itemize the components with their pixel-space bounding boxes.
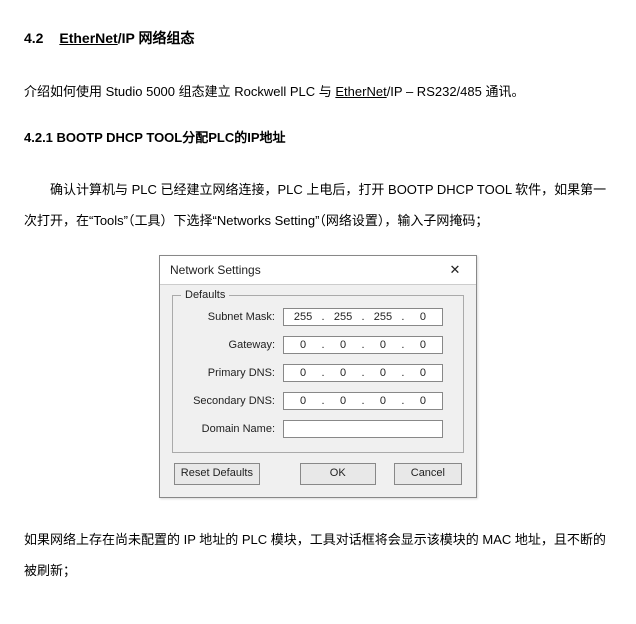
subnet-label: Subnet Mask:: [183, 311, 275, 323]
pdns-octet-1[interactable]: 0: [326, 367, 360, 379]
subsection-title-text: BOOTP DHCP TOOL分配PLC的IP地址: [57, 130, 286, 145]
network-settings-dialog: Network Settings ✕ Defaults Subnet Mask:…: [159, 255, 477, 498]
intro-text-b: /IP – RS232/485 通讯。: [387, 84, 525, 99]
domain-label: Domain Name:: [183, 423, 275, 435]
gateway-row: Gateway: 0. 0. 0. 0: [183, 336, 453, 354]
gateway-octet-2[interactable]: 0: [366, 339, 400, 351]
defaults-fieldset: Defaults Subnet Mask: 255. 255. 255. 0 G…: [172, 295, 464, 453]
gateway-octet-0[interactable]: 0: [286, 339, 320, 351]
secondary-dns-input[interactable]: 0. 0. 0. 0: [283, 392, 443, 410]
reset-defaults-button[interactable]: Reset Defaults: [174, 463, 260, 485]
sdns-octet-3[interactable]: 0: [406, 395, 440, 407]
fieldset-legend: Defaults: [181, 289, 229, 301]
subnet-row: Subnet Mask: 255. 255. 255. 0: [183, 308, 453, 326]
gateway-octet-1[interactable]: 0: [326, 339, 360, 351]
pdns-octet-2[interactable]: 0: [366, 367, 400, 379]
subsection-number: 4.2.1: [24, 130, 53, 145]
paragraph-1: 确认计算机与 PLC 已经建立网络连接，PLC 上电后，打开 BOOTP DHC…: [24, 174, 612, 236]
dialog-button-row: Reset Defaults OK Cancel: [172, 463, 464, 485]
section-title-underline: EtherNet: [59, 30, 117, 46]
primary-dns-input[interactable]: 0. 0. 0. 0: [283, 364, 443, 382]
primary-dns-row: Primary DNS: 0. 0. 0. 0: [183, 364, 453, 382]
ethernet-link: EtherNet: [335, 84, 386, 99]
close-icon[interactable]: ✕: [442, 262, 468, 278]
gateway-input[interactable]: 0. 0. 0. 0: [283, 336, 443, 354]
sdns-octet-1[interactable]: 0: [326, 395, 360, 407]
sdns-octet-0[interactable]: 0: [286, 395, 320, 407]
section-number: 4.2: [24, 30, 43, 46]
dialog-body: Defaults Subnet Mask: 255. 255. 255. 0 G…: [160, 285, 476, 497]
sdns-octet-2[interactable]: 0: [366, 395, 400, 407]
secondary-dns-row: Secondary DNS: 0. 0. 0. 0: [183, 392, 453, 410]
primary-dns-label: Primary DNS:: [183, 367, 275, 379]
gateway-octet-3[interactable]: 0: [406, 339, 440, 351]
subnet-octet-1[interactable]: 255: [326, 311, 360, 323]
intro-paragraph: 介绍如何使用 Studio 5000 组态建立 Rockwell PLC 与 E…: [24, 76, 612, 107]
subnet-octet-0[interactable]: 255: [286, 311, 320, 323]
dialog-title-text: Network Settings: [170, 263, 261, 277]
intro-text-a: 介绍如何使用 Studio 5000 组态建立 Rockwell PLC 与: [24, 84, 335, 99]
section-heading: 4.2 EtherNet/IP 网络组态: [24, 28, 612, 48]
domain-row: Domain Name:: [183, 420, 453, 438]
dialog-titlebar: Network Settings ✕: [160, 256, 476, 285]
secondary-dns-label: Secondary DNS:: [183, 395, 275, 407]
subnet-octet-2[interactable]: 255: [366, 311, 400, 323]
subnet-octet-3[interactable]: 0: [406, 311, 440, 323]
pdns-octet-3[interactable]: 0: [406, 367, 440, 379]
subsection-heading: 4.2.1 BOOTP DHCP TOOL分配PLC的IP地址: [24, 127, 612, 146]
paragraph-2: 如果网络上存在尚未配置的 IP 地址的 PLC 模块，工具对话框将会显示该模块的…: [24, 524, 612, 586]
cancel-button[interactable]: Cancel: [394, 463, 462, 485]
ok-button[interactable]: OK: [300, 463, 376, 485]
pdns-octet-0[interactable]: 0: [286, 367, 320, 379]
gateway-label: Gateway:: [183, 339, 275, 351]
subnet-input[interactable]: 255. 255. 255. 0: [283, 308, 443, 326]
section-title-rest: /IP 网络组态: [118, 30, 195, 46]
domain-input[interactable]: [283, 420, 443, 438]
